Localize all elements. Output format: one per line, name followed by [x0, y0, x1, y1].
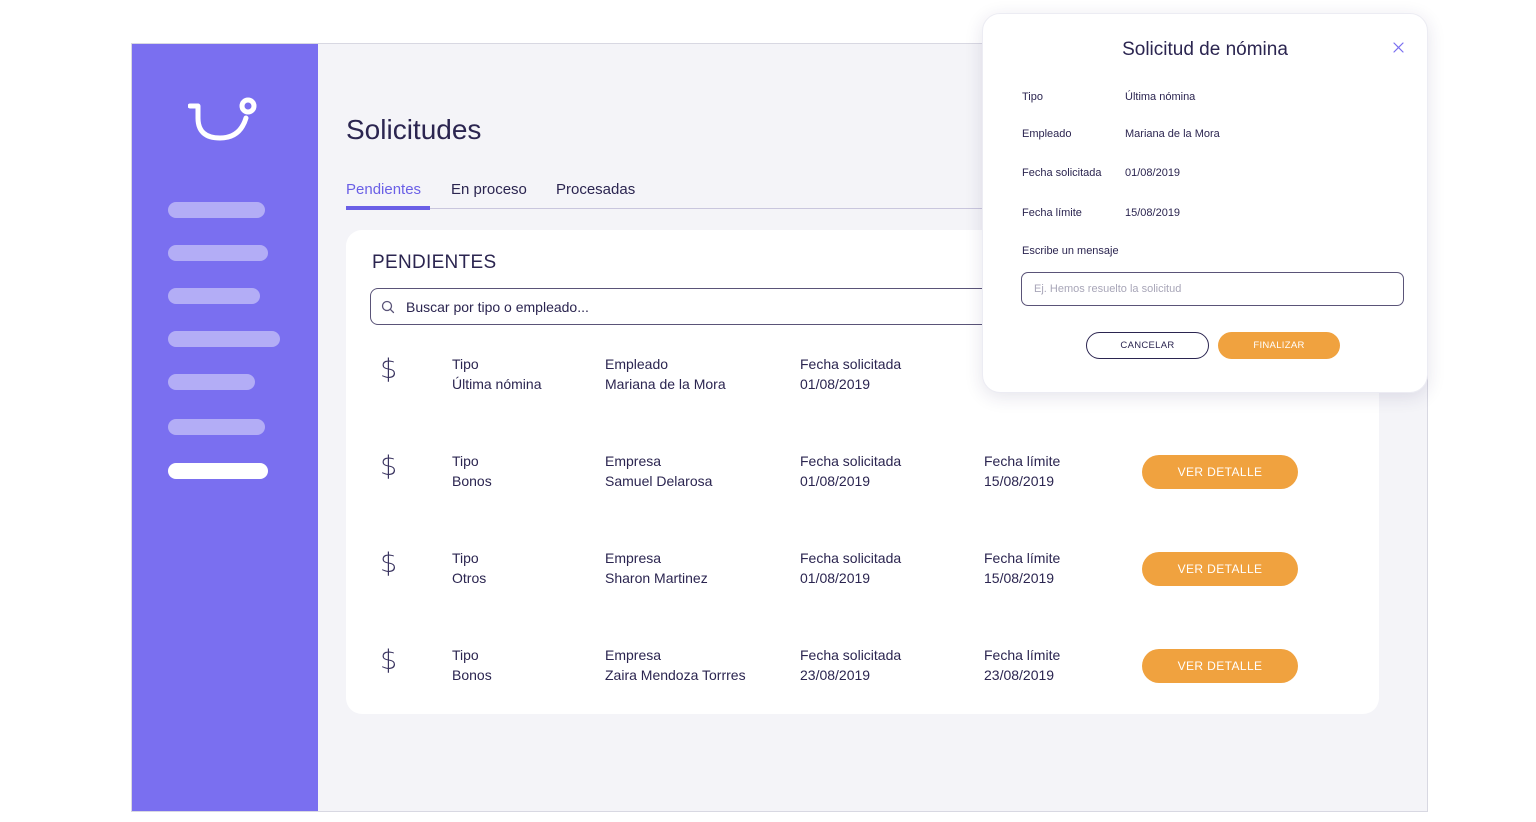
view-detail-button[interactable]: VER DETALLE	[1142, 649, 1298, 683]
requested-cell: Fecha solicitada 01/08/2019	[800, 451, 901, 491]
deadline-value: 23/08/2019	[984, 667, 1055, 683]
requested-value: 01/08/2019	[800, 376, 871, 392]
field-key: Empleado	[1022, 128, 1072, 140]
person-value: Samuel Delarosa	[605, 473, 713, 489]
type-cell: Tipo Bonos	[452, 451, 492, 491]
card-title: PENDIENTES	[372, 252, 497, 273]
requested-label: Fecha solicitada	[800, 356, 902, 372]
page-title: Solicitudes	[346, 114, 482, 145]
field-value: Última nómina	[1125, 91, 1196, 103]
type-label: Tipo	[452, 453, 479, 469]
person-value: Sharon Martinez	[605, 570, 708, 586]
dollar-icon: $	[380, 548, 398, 579]
deadline-label: Fecha límite	[984, 453, 1061, 469]
modal-title: Solicitud de nómina	[1122, 39, 1288, 60]
search-icon	[381, 300, 395, 314]
type-value: Otros	[452, 570, 487, 586]
dollar-icon: $	[380, 645, 398, 676]
field-value: Mariana de la Mora	[1125, 128, 1220, 140]
field-value: 15/08/2019	[1125, 207, 1181, 219]
type-label: Tipo	[452, 356, 479, 372]
view-detail-button[interactable]: VER DETALLE	[1142, 552, 1298, 586]
person-label: Empresa	[605, 550, 662, 566]
sidebar-item-3[interactable]	[168, 288, 260, 304]
person-cell: Empresa Samuel Delarosa	[605, 451, 712, 491]
message-label: Escribe un mensaje	[1022, 245, 1119, 257]
dollar-icon: $	[380, 451, 398, 482]
active-tab-indicator	[346, 206, 430, 210]
deadline-cell: Fecha límite 23/08/2019	[984, 645, 1060, 685]
type-value: Bonos	[452, 473, 492, 489]
requested-label: Fecha solicitada	[800, 453, 902, 469]
sidebar-item-5[interactable]	[168, 374, 255, 390]
sidebar-item-7-active[interactable]	[168, 463, 268, 479]
list-item: $ Tipo Bonos Empresa Samuel Delarosa Fec…	[346, 451, 1379, 531]
sidebar-item-4[interactable]	[168, 331, 280, 347]
requested-value: 01/08/2019	[800, 570, 871, 586]
person-value: Mariana de la Mora	[605, 376, 726, 392]
deadline-cell: Fecha límite 15/08/2019	[984, 451, 1060, 491]
sidebar-item-2[interactable]	[168, 245, 268, 261]
person-cell: Empresa Zaira Mendoza Torrres	[605, 645, 746, 685]
deadline-value: 15/08/2019	[984, 570, 1055, 586]
requested-label: Fecha solicitada	[800, 647, 902, 663]
message-input[interactable]	[1021, 272, 1404, 306]
person-label: Empleado	[605, 356, 669, 372]
field-key: Tipo	[1022, 91, 1043, 103]
dollar-icon: $	[380, 354, 398, 385]
type-value: Bonos	[452, 667, 492, 683]
payroll-request-modal: Solicitud de nómina Tipo Última nómina E…	[982, 13, 1428, 393]
deadline-label: Fecha límite	[984, 550, 1061, 566]
cancel-button[interactable]: CANCELAR	[1086, 332, 1209, 359]
finish-button[interactable]: FINALIZAR	[1218, 332, 1340, 359]
requested-label: Fecha solicitada	[800, 550, 902, 566]
list-item: $ Tipo Otros Empresa Sharon Martinez Fec…	[346, 548, 1379, 628]
search-input[interactable]: Buscar por tipo o empleado...	[406, 299, 589, 315]
person-cell: Empresa Sharon Martinez	[605, 548, 708, 588]
requested-value: 23/08/2019	[800, 667, 871, 683]
sidebar-item-1[interactable]	[168, 202, 265, 218]
person-label: Empresa	[605, 453, 662, 469]
logo-icon	[188, 97, 257, 141]
type-cell: Tipo Otros	[452, 548, 486, 588]
requested-value: 01/08/2019	[800, 473, 871, 489]
tab-en-proceso[interactable]: En proceso	[451, 181, 527, 198]
deadline-value: 15/08/2019	[984, 473, 1055, 489]
person-value: Zaira Mendoza Torrres	[605, 667, 746, 683]
tab-pendientes[interactable]: Pendientes	[346, 181, 421, 198]
type-cell: Tipo Bonos	[452, 645, 492, 685]
field-key: Fecha solicitada	[1022, 167, 1102, 179]
tab-procesadas[interactable]: Procesadas	[556, 181, 635, 198]
type-label: Tipo	[452, 550, 479, 566]
requested-cell: Fecha solicitada 01/08/2019	[800, 354, 901, 394]
deadline-cell: Fecha límite 15/08/2019	[984, 548, 1060, 588]
person-label: Empresa	[605, 647, 662, 663]
type-cell: Tipo Última nómina	[452, 354, 541, 394]
sidebar	[132, 44, 318, 811]
type-label: Tipo	[452, 647, 479, 663]
field-key: Fecha límite	[1022, 207, 1082, 219]
deadline-label: Fecha límite	[984, 647, 1061, 663]
view-detail-button[interactable]: VER DETALLE	[1142, 455, 1298, 489]
list-item: $ Tipo Bonos Empresa Zaira Mendoza Torrr…	[346, 645, 1379, 725]
person-cell: Empleado Mariana de la Mora	[605, 354, 726, 394]
type-value: Última nómina	[452, 376, 542, 392]
requested-cell: Fecha solicitada 01/08/2019	[800, 548, 901, 588]
sidebar-item-6[interactable]	[168, 419, 265, 435]
field-value: 01/08/2019	[1125, 167, 1181, 179]
close-icon[interactable]	[1392, 41, 1405, 54]
requested-cell: Fecha solicitada 23/08/2019	[800, 645, 901, 685]
